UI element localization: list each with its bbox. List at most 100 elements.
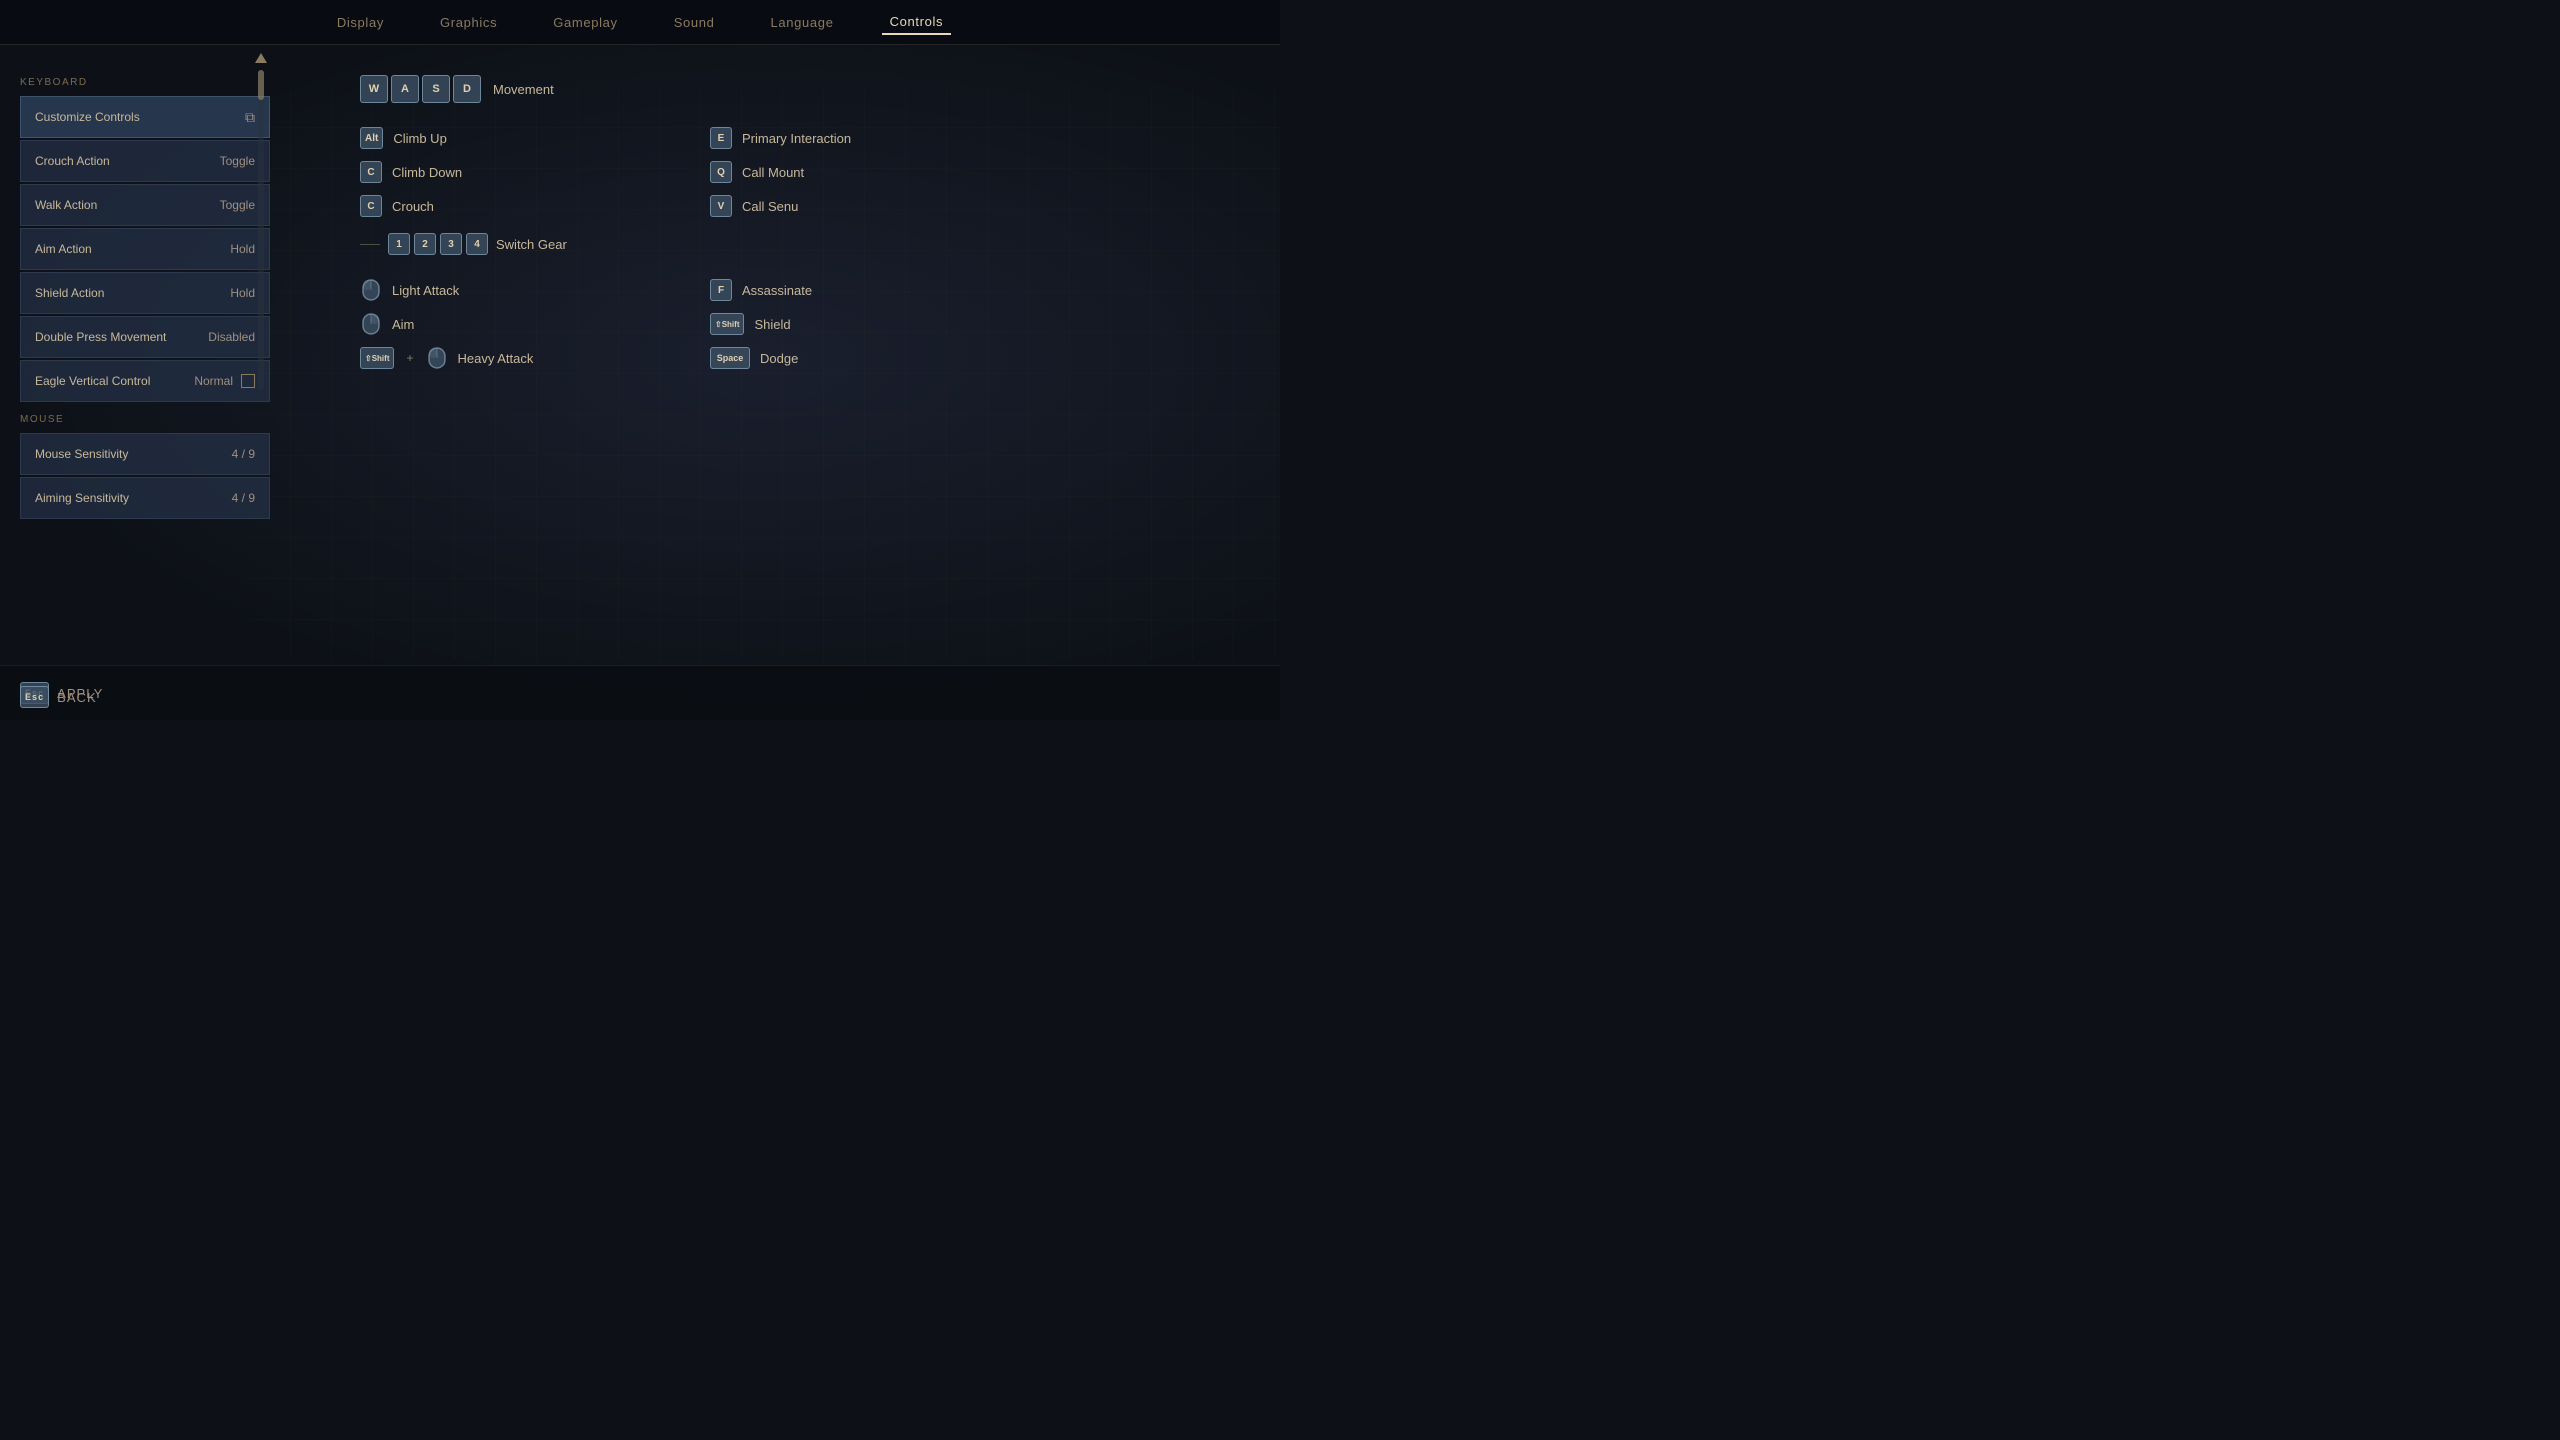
walk-action-label: Walk Action <box>35 198 97 212</box>
dodge-row: Space Dodge <box>710 343 1260 373</box>
switch-gear-row: 1 2 3 4 Switch Gear <box>360 233 1260 255</box>
eagle-vertical-checkbox[interactable] <box>241 374 255 388</box>
nav-graphics[interactable]: Graphics <box>432 11 505 34</box>
aim-action-value: Hold <box>230 242 255 256</box>
combat-left-column: Light Attack Aim <box>360 275 710 373</box>
key-d: D <box>453 75 481 103</box>
key-q: Q <box>710 161 732 183</box>
copy-icon: ⧉ <box>245 109 255 126</box>
key-1: 1 <box>388 233 410 255</box>
crouch-row: C Crouch <box>360 191 710 221</box>
double-press-label: Double Press Movement <box>35 330 166 344</box>
crouch-label: Crouch <box>392 199 434 214</box>
key-f: F <box>710 279 732 301</box>
aim-action-item[interactable]: Aim Action Hold <box>20 228 270 270</box>
aiming-sensitivity-value: 4 / 9 <box>232 491 255 505</box>
call-mount-label: Call Mount <box>742 165 804 180</box>
assassinate-label: Assassinate <box>742 283 812 298</box>
heavy-attack-label: Heavy Attack <box>458 351 534 366</box>
climb-up-label: Climb Up <box>393 131 446 146</box>
eagle-vertical-value: Normal <box>194 374 233 388</box>
aim-label: Aim <box>392 317 414 332</box>
key-3: 3 <box>440 233 462 255</box>
left-panel: KEYBOARD Customize Controls ⧉ Crouch Act… <box>20 65 270 660</box>
key-alt: Alt <box>360 127 383 149</box>
shield-label: Shield <box>754 317 790 332</box>
combat-right-column: F Assassinate ⇧Shift Shield Space Dodge <box>710 275 1260 373</box>
customize-controls-item[interactable]: Customize Controls ⧉ <box>20 96 270 138</box>
back-button[interactable]: Esc BACK <box>20 686 97 708</box>
lmb-icon <box>360 279 382 301</box>
key-w: W <box>360 75 388 103</box>
assassinate-row: F Assassinate <box>710 275 1260 305</box>
nav-sound[interactable]: Sound <box>666 11 723 34</box>
keyboard-menu: Customize Controls ⧉ Crouch Action Toggl… <box>20 96 270 402</box>
walk-action-value: Toggle <box>220 198 255 212</box>
climb-down-label: Climb Down <box>392 165 462 180</box>
key-shift-heavy: ⇧Shift <box>360 347 394 369</box>
plus-icon: + <box>406 351 413 365</box>
light-attack-row: Light Attack <box>360 275 710 305</box>
aim-row: Aim <box>360 309 710 339</box>
shield-action-item[interactable]: Shield Action Hold <box>20 272 270 314</box>
wasd-keys: W A S D <box>360 75 481 103</box>
aiming-sensitivity-label: Aiming Sensitivity <box>35 491 129 505</box>
mouse-section-label: MOUSE <box>20 414 270 425</box>
crouch-action-item[interactable]: Crouch Action Toggle <box>20 140 270 182</box>
aim-action-label: Aim Action <box>35 242 92 256</box>
call-mount-row: Q Call Mount <box>710 157 1260 187</box>
mouse-sensitivity-label: Mouse Sensitivity <box>35 447 128 461</box>
gear-numbers: 1 2 3 4 <box>388 233 488 255</box>
gear-divider-left <box>360 244 380 245</box>
movement-left-column: Alt Climb Up C Climb Down C Crouch <box>360 123 710 221</box>
key-4: 4 <box>466 233 488 255</box>
primary-interaction-label: Primary Interaction <box>742 131 851 146</box>
keyboard-section-label: KEYBOARD <box>20 77 270 88</box>
switch-gear-label: Switch Gear <box>496 237 567 252</box>
main-content: W A S D Movement Alt Climb Up C Climb Do… <box>280 55 1260 660</box>
lmb2-icon <box>426 347 448 369</box>
crouch-action-label: Crouch Action <box>35 154 110 168</box>
nav-controls[interactable]: Controls <box>882 10 952 35</box>
mouse-sensitivity-item[interactable]: Mouse Sensitivity 4 / 9 <box>20 433 270 475</box>
nav-display[interactable]: Display <box>329 11 392 34</box>
eagle-vertical-label: Eagle Vertical Control <box>35 374 150 388</box>
aiming-sensitivity-item[interactable]: Aiming Sensitivity 4 / 9 <box>20 477 270 519</box>
key-v: V <box>710 195 732 217</box>
key-2: 2 <box>414 233 436 255</box>
movement-label: Movement <box>493 82 554 97</box>
shield-action-label: Shield Action <box>35 286 104 300</box>
combat-grid: Light Attack Aim <box>360 275 1260 373</box>
light-attack-label: Light Attack <box>392 283 459 298</box>
key-s: S <box>422 75 450 103</box>
crouch-action-value: Toggle <box>220 154 255 168</box>
dodge-label: Dodge <box>760 351 798 366</box>
double-press-item[interactable]: Double Press Movement Disabled <box>20 316 270 358</box>
top-navigation: Display Graphics Gameplay Sound Language… <box>0 0 1280 45</box>
shield-action-value: Hold <box>230 286 255 300</box>
rmb-icon <box>360 313 382 335</box>
mouse-sensitivity-value: 4 / 9 <box>232 447 255 461</box>
combat-section: Light Attack Aim <box>360 275 1260 373</box>
key-shift-shield: ⇧Shift <box>710 313 744 335</box>
scrollbar-thumb[interactable] <box>258 70 264 100</box>
back-key-badge: Esc <box>20 686 49 708</box>
wasd-container: W A S D Movement <box>360 75 1260 103</box>
primary-interaction-row: E Primary Interaction <box>710 123 1260 153</box>
nav-language[interactable]: Language <box>763 11 842 34</box>
shield-row: ⇧Shift Shield <box>710 309 1260 339</box>
key-c-crouch: C <box>360 195 382 217</box>
eagle-vertical-item[interactable]: Eagle Vertical Control Normal <box>20 360 270 402</box>
key-a: A <box>391 75 419 103</box>
scroll-up-icon[interactable] <box>253 50 269 71</box>
walk-action-item[interactable]: Walk Action Toggle <box>20 184 270 226</box>
heavy-attack-row: ⇧Shift + Heavy Attack <box>360 343 710 373</box>
call-senu-row: V Call Senu <box>710 191 1260 221</box>
mouse-menu: Mouse Sensitivity 4 / 9 Aiming Sensitivi… <box>20 433 270 519</box>
movement-section: W A S D Movement Alt Climb Up C Climb Do… <box>360 75 1260 373</box>
bottom-bar: Esc APPLY Esc BACK <box>0 665 1280 720</box>
nav-gameplay[interactable]: Gameplay <box>545 11 625 34</box>
climb-down-row: C Climb Down <box>360 157 710 187</box>
scroll-indicator <box>258 70 264 390</box>
double-press-value: Disabled <box>208 330 255 344</box>
